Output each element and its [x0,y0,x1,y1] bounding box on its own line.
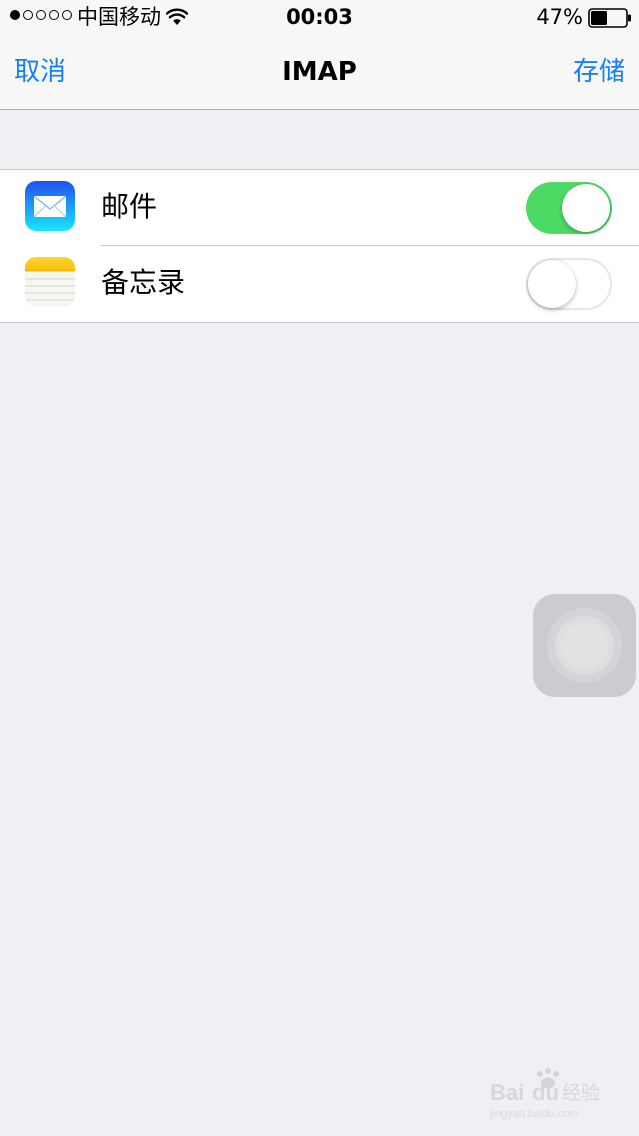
svg-text:Bai: Bai [490,1080,524,1105]
battery-percentage: 47% [536,5,583,29]
status-bar: 中国移动 00:03 47% [0,0,639,36]
svg-text:jingyan.baidu.com: jingyan.baidu.com [489,1108,579,1120]
settings-row-notes: 备忘录 [0,246,639,322]
imap-sync-settings: 邮件 备忘录 [0,169,639,323]
notes-label: 备忘录 [101,266,186,299]
navigation-bar: 取消 IMAP 存储 [0,36,639,110]
notes-app-icon [25,257,75,307]
save-button[interactable]: 存储 [573,56,625,88]
assistive-touch-button[interactable] [533,594,636,697]
page-title: IMAP [282,57,357,87]
battery-icon [588,8,631,28]
settings-row-mail: 邮件 [0,170,639,246]
notes-toggle[interactable] [526,258,612,310]
assistive-touch-center [561,622,608,669]
toggle-knob [562,184,610,232]
mail-toggle[interactable] [526,182,612,234]
toggle-knob [528,260,576,308]
svg-text:du: du [532,1080,559,1105]
mail-label: 邮件 [101,190,158,223]
svg-text:经验: 经验 [562,1082,600,1104]
mail-app-icon [25,181,75,231]
baidu-jingyan-watermark-logo: Bai du 经验 jingyan.baidu.com [489,1068,600,1120]
